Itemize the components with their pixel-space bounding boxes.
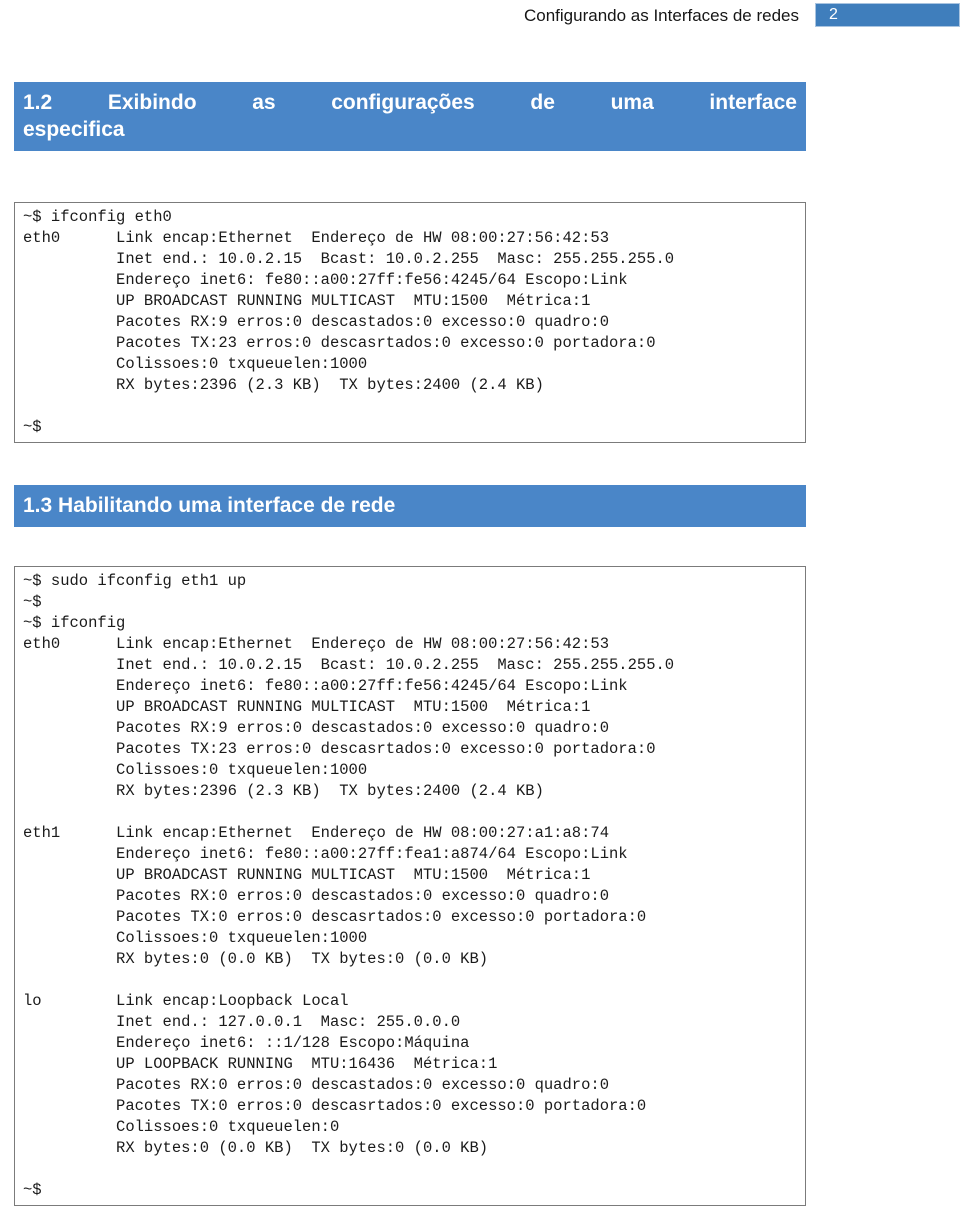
code-line: ~$ (23, 418, 42, 436)
code-line: RX bytes:0 (0.0 KB) TX bytes:0 (0.0 KB) (23, 950, 489, 968)
code-line: Endereço inet6: fe80::a00:27ff:fea1:a874… (23, 845, 628, 863)
section-heading-word: Exibindo (107, 91, 197, 114)
section-heading-line: 1.3 Habilitando uma interface de rede (23, 494, 396, 517)
section-heading-1-2: 1.2 Exibindo as configurações de uma interface… (14, 82, 806, 151)
code-line: Pacotes TX:23 erros:0 descasrtados:0 exc… (23, 334, 656, 352)
code-line: RX bytes:2396 (2.3 KB) TX bytes:2400 (2.… (23, 782, 544, 800)
code-line: Pacotes RX:9 erros:0 descastados:0 exces… (23, 719, 609, 737)
code-line: Pacotes TX:0 erros:0 descasrtados:0 exce… (23, 1097, 647, 1115)
code-line: eth0 Link encap:Ethernet Endereço de HW … (23, 229, 609, 247)
code-line: Inet end.: 10.0.2.15 Bcast: 10.0.2.255 M… (23, 250, 675, 268)
code-line: Colissoes:0 txqueuelen:0 (23, 1118, 340, 1136)
code-line: Colissoes:0 txqueuelen:1000 (23, 355, 368, 373)
code-line: ~$ (23, 593, 42, 611)
section-heading-word: configurações (331, 91, 475, 114)
code-line: eth1 Link encap:Ethernet Endereço de HW … (23, 824, 609, 842)
code-line: Pacotes TX:0 erros:0 descasrtados:0 exce… (23, 908, 647, 926)
code-line: Endereço inet6: fe80::a00:27ff:fe56:4245… (23, 271, 628, 289)
section-heading-line: especifica (23, 118, 125, 141)
section-heading-word: de (530, 91, 555, 114)
code-line: Colissoes:0 txqueuelen:1000 (23, 929, 368, 947)
page-number: 2 (829, 6, 838, 23)
code-line: Endereço inet6: ::1/128 Escopo:Máquina (23, 1034, 470, 1052)
section-heading-word: as (252, 91, 276, 114)
code-line: ~$ ifconfig (23, 614, 126, 632)
code-line: Pacotes RX:0 erros:0 descastados:0 exces… (23, 887, 609, 905)
code-line: ~$ ifconfig eth0 (23, 208, 172, 226)
code-line: Pacotes TX:23 erros:0 descasrtados:0 exc… (23, 740, 656, 758)
section-heading-1-3: 1.3 Habilitando uma interface de rede (14, 485, 806, 527)
code-line: Inet end.: 127.0.0.1 Masc: 255.0.0.0 (23, 1013, 461, 1031)
code-line: UP BROADCAST RUNNING MULTICAST MTU:1500 … (23, 292, 591, 310)
code-line: Endereço inet6: fe80::a00:27ff:fe56:4245… (23, 677, 628, 695)
code-line: Inet end.: 10.0.2.15 Bcast: 10.0.2.255 M… (23, 656, 675, 674)
page-number-box: 2 (815, 3, 960, 27)
header-title: Configurando as Interfaces de redes (523, 6, 799, 25)
section-heading-word: interface (709, 91, 797, 114)
section-heading-word: uma (610, 91, 654, 114)
code-line: lo Link encap:Loopback Local (23, 992, 349, 1010)
code-line: RX bytes:2396 (2.3 KB) TX bytes:2400 (2.… (23, 376, 544, 394)
code-block-ifconfig-all-output: ~$ sudo ifconfig eth1 up ~$ ~$ ifconfig eth… (14, 566, 806, 1206)
code-line: Colissoes:0 txqueuelen:1000 (23, 761, 368, 779)
code-line: eth0 Link encap:Ethernet Endereço de HW … (23, 635, 609, 653)
page-header: Configurando as Interfaces de redes 2 (0, 0, 960, 36)
code-line: UP BROADCAST RUNNING MULTICAST MTU:1500 … (23, 698, 591, 716)
code-line: RX bytes:0 (0.0 KB) TX bytes:0 (0.0 KB) (23, 1139, 489, 1157)
section-heading-line: 1.2 Exibindo as configurações de uma interface (23, 89, 797, 116)
code-line: ~$ sudo ifconfig eth1 up (23, 572, 247, 590)
section-heading-word: 1.2 (23, 91, 53, 114)
code-line: Pacotes RX:0 erros:0 descastados:0 exces… (23, 1076, 609, 1094)
code-line: UP LOOPBACK RUNNING MTU:16436 Métrica:1 (23, 1055, 498, 1073)
code-line: ~$ (23, 1181, 42, 1199)
code-line: UP BROADCAST RUNNING MULTICAST MTU:1500 … (23, 866, 591, 884)
code-block-ifconfig-eth0-output: ~$ ifconfig eth0 eth0 Link encap:Ethernet… (14, 202, 806, 443)
code-line: Pacotes RX:9 erros:0 descastados:0 exces… (23, 313, 609, 331)
